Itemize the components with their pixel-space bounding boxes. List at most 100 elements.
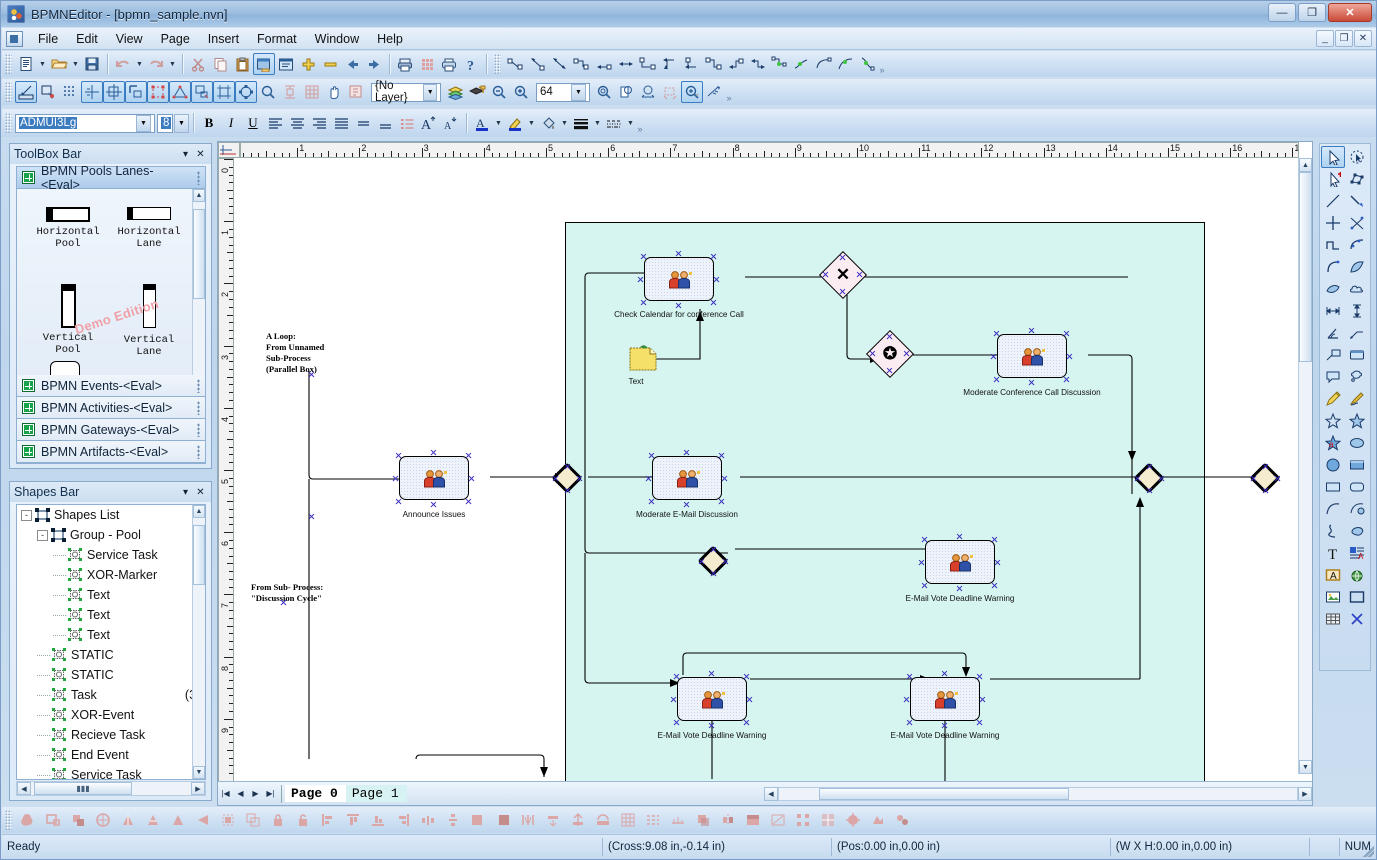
selection-handle[interactable] bbox=[746, 696, 753, 703]
scroll-right-icon[interactable]: ▶ bbox=[191, 782, 205, 795]
selection-handle[interactable] bbox=[675, 302, 682, 309]
selection-handle[interactable] bbox=[1028, 327, 1035, 334]
union-icon[interactable] bbox=[15, 809, 40, 831]
connector-toolbar-grip[interactable] bbox=[494, 54, 501, 74]
selection-handle[interactable] bbox=[465, 452, 472, 459]
selection-handle[interactable] bbox=[906, 673, 913, 680]
increase-font-icon[interactable]: A bbox=[418, 112, 440, 134]
selection-handle[interactable] bbox=[994, 559, 1001, 566]
zigzag-link-icon[interactable] bbox=[702, 53, 724, 75]
arc-circle-icon[interactable] bbox=[1345, 498, 1369, 520]
pencil-draw-icon[interactable] bbox=[1345, 388, 1369, 410]
scroll-left-icon[interactable]: ◀ bbox=[17, 782, 31, 795]
selection-handle[interactable] bbox=[743, 719, 750, 726]
subtract-icon[interactable] bbox=[40, 809, 65, 831]
selection-handle[interactable] bbox=[856, 271, 863, 278]
font-size-input[interactable]: 8 bbox=[157, 113, 173, 133]
ungroup-icon[interactable] bbox=[240, 809, 265, 831]
toolbox-group-artifacts[interactable]: BPMN Artifacts-<Eval> bbox=[17, 441, 205, 463]
unlock-icon[interactable] bbox=[290, 809, 315, 831]
rotate-right-icon[interactable] bbox=[590, 809, 615, 831]
double-arrow-icon[interactable] bbox=[548, 53, 570, 75]
selection-handle[interactable] bbox=[1274, 475, 1281, 482]
selection-handle[interactable] bbox=[921, 536, 928, 543]
align-bottom-icon[interactable] bbox=[374, 112, 396, 134]
drawing-toolbar-grip[interactable] bbox=[5, 82, 12, 102]
bold-button[interactable]: B bbox=[198, 112, 220, 134]
selection-handle[interactable] bbox=[392, 475, 399, 482]
new-document-icon[interactable] bbox=[15, 53, 37, 75]
justify-icon[interactable] bbox=[330, 112, 352, 134]
mdi-minimize-button[interactable]: _ bbox=[1316, 30, 1334, 47]
rotate-left-icon[interactable] bbox=[565, 809, 590, 831]
menu-view[interactable]: View bbox=[107, 30, 152, 48]
star-shape-icon[interactable] bbox=[1321, 410, 1345, 432]
rounded-rect-icon[interactable] bbox=[1345, 476, 1369, 498]
arc-connector-icon[interactable] bbox=[812, 53, 834, 75]
arc-icon[interactable] bbox=[1321, 256, 1345, 278]
print-preview-icon[interactable] bbox=[438, 53, 460, 75]
tree-item[interactable]: Service Task( bbox=[17, 765, 205, 779]
line-style-dropdown-icon[interactable]: ▼ bbox=[625, 112, 636, 134]
distribute-icon[interactable] bbox=[279, 81, 301, 103]
highlight-color-dropdown-icon[interactable]: ▼ bbox=[526, 112, 537, 134]
selection-handle[interactable] bbox=[941, 722, 948, 729]
mirror-icon[interactable] bbox=[715, 809, 740, 831]
pattern-icon[interactable] bbox=[790, 809, 815, 831]
help-question-icon[interactable]: ? bbox=[460, 53, 482, 75]
first-page-button[interactable]: |◀ bbox=[218, 786, 233, 802]
bpmn-task[interactable] bbox=[644, 257, 714, 301]
send-back-icon[interactable] bbox=[490, 809, 515, 831]
menu-page[interactable]: Page bbox=[152, 30, 199, 48]
selection-handle[interactable] bbox=[1262, 487, 1269, 494]
magnifier-icon[interactable] bbox=[257, 81, 279, 103]
underline-button[interactable]: U bbox=[242, 112, 264, 134]
left-arrow-link-icon[interactable] bbox=[680, 53, 702, 75]
group-icon[interactable] bbox=[215, 809, 240, 831]
selection-handle[interactable] bbox=[683, 501, 690, 508]
line-style-icon[interactable] bbox=[603, 112, 625, 134]
cut-scissors-icon[interactable] bbox=[187, 53, 209, 75]
selection-handle[interactable] bbox=[640, 253, 647, 260]
selection-handle[interactable] bbox=[673, 719, 680, 726]
dot-grid-icon[interactable] bbox=[59, 81, 81, 103]
selection-handle[interactable] bbox=[710, 570, 717, 577]
canvas-horizontal-scrollbar[interactable]: ◀ ▶ bbox=[764, 786, 1312, 802]
align-right-icon[interactable] bbox=[390, 809, 415, 831]
selection-handle[interactable] bbox=[713, 276, 720, 283]
save-disk-icon[interactable] bbox=[81, 53, 103, 75]
flip-v-icon[interactable] bbox=[540, 809, 565, 831]
selection-handle[interactable] bbox=[976, 673, 983, 680]
tree-item[interactable]: End Event(5 bbox=[17, 745, 205, 765]
undo-icon[interactable] bbox=[112, 53, 134, 75]
zoom-plus-icon[interactable] bbox=[297, 53, 319, 75]
undo-dropdown-icon[interactable]: ▼ bbox=[134, 53, 145, 75]
selection-handle[interactable] bbox=[993, 376, 1000, 383]
distribute-h-icon[interactable] bbox=[415, 809, 440, 831]
node-edit-icon[interactable] bbox=[235, 81, 257, 103]
resize-grip[interactable] bbox=[1360, 843, 1374, 857]
bpmn-task[interactable] bbox=[652, 456, 722, 500]
prev-page-button[interactable]: ◀ bbox=[233, 786, 248, 802]
bpmn-task[interactable] bbox=[677, 677, 747, 721]
selection-handle[interactable] bbox=[683, 449, 690, 456]
selection-handle[interactable] bbox=[552, 475, 559, 482]
highlight-color-icon[interactable] bbox=[504, 112, 526, 134]
properties-window-icon[interactable] bbox=[253, 53, 275, 75]
new-document-dropdown-icon[interactable]: ▼ bbox=[37, 53, 48, 75]
italic-button[interactable]: I bbox=[220, 112, 242, 134]
selection-handle[interactable] bbox=[718, 452, 725, 459]
selection-handle[interactable] bbox=[990, 353, 997, 360]
close-icon[interactable]: ✕ bbox=[194, 147, 207, 161]
selection-handle[interactable] bbox=[1146, 487, 1153, 494]
tree-expand-toggle[interactable]: - bbox=[21, 509, 32, 521]
plain-link-icon[interactable] bbox=[570, 53, 592, 75]
selection-handle[interactable] bbox=[1158, 475, 1165, 482]
bpmn-data-object[interactable] bbox=[626, 344, 660, 374]
align-left-icon[interactable] bbox=[264, 112, 286, 134]
bpmn-task[interactable] bbox=[399, 456, 469, 500]
lasso-select-icon[interactable] bbox=[1345, 146, 1369, 168]
rectangle-icon[interactable] bbox=[1321, 476, 1345, 498]
align-corner-icon[interactable] bbox=[125, 81, 147, 103]
hscrollbar-thumb[interactable]: ▮▮▮ bbox=[34, 782, 132, 795]
